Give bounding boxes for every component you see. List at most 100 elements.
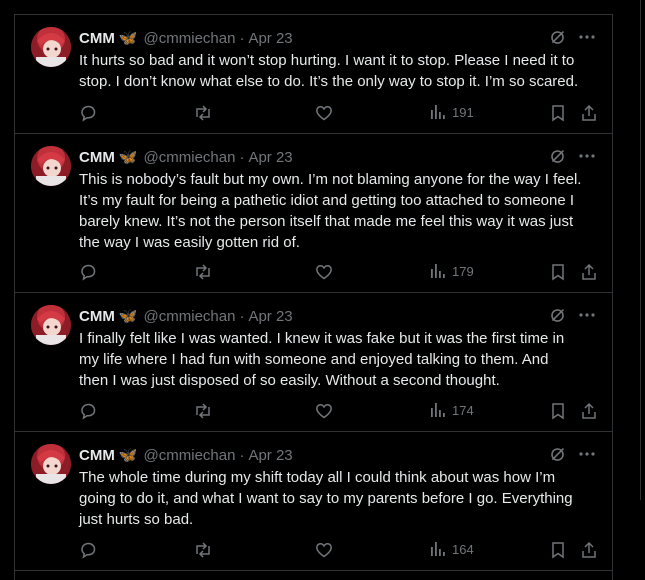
share-icon bbox=[582, 402, 596, 419]
tweet-text: The whole time during my shift today all… bbox=[79, 469, 573, 528]
page: CMM 🦋 @cmmiechan · Apr 23 It hurts so ba… bbox=[0, 0, 645, 580]
bookmark-icon bbox=[552, 403, 564, 420]
tweet[interactable]: CMM 🦋 @cmmiechan · Apr 23 I finally felt… bbox=[15, 293, 612, 432]
views-button[interactable]: 174 bbox=[430, 402, 474, 418]
handle[interactable]: @cmmiechan bbox=[144, 30, 236, 47]
tweet[interactable]: CMM 🦋 @cmmiechan · Apr 23 This is nobody… bbox=[15, 134, 612, 293]
like-icon bbox=[316, 106, 332, 121]
butterfly-badge-icon: 🦋 bbox=[118, 29, 138, 47]
action-bar: 174 bbox=[79, 402, 596, 422]
tweet-date[interactable]: Apr 23 bbox=[248, 308, 292, 325]
separator-dot: · bbox=[239, 29, 245, 47]
like-icon bbox=[316, 543, 332, 558]
reply-button[interactable] bbox=[79, 263, 97, 281]
repost-button[interactable] bbox=[193, 104, 213, 122]
reply-button[interactable] bbox=[79, 541, 97, 559]
timeline: CMM 🦋 @cmmiechan · Apr 23 It hurts so ba… bbox=[14, 14, 613, 580]
separator-dot: · bbox=[239, 148, 245, 166]
share-button[interactable] bbox=[580, 263, 598, 281]
avatar[interactable] bbox=[31, 444, 71, 484]
tweet-header: CMM 🦋 @cmmiechan · Apr 23 bbox=[79, 28, 596, 48]
bookmark-button[interactable] bbox=[550, 263, 566, 281]
display-name[interactable]: CMM bbox=[79, 149, 115, 166]
display-name[interactable]: CMM bbox=[79, 30, 115, 47]
like-icon bbox=[316, 404, 332, 419]
bookmark-button[interactable] bbox=[550, 402, 566, 420]
views-button[interactable]: 164 bbox=[430, 541, 474, 557]
like-button[interactable] bbox=[315, 263, 333, 281]
handle[interactable]: @cmmiechan bbox=[144, 447, 236, 464]
tweet-date[interactable]: Apr 23 bbox=[248, 149, 292, 166]
like-button[interactable] bbox=[315, 104, 333, 122]
more-icon[interactable] bbox=[578, 28, 596, 46]
views-icon bbox=[431, 542, 445, 556]
share-button[interactable] bbox=[580, 541, 598, 559]
avatar[interactable] bbox=[31, 27, 71, 67]
reply-button[interactable] bbox=[79, 104, 97, 122]
reply-icon bbox=[81, 403, 96, 420]
tweet-header: CMM 🦋 @cmmiechan · Apr 23 bbox=[79, 147, 596, 167]
display-name[interactable]: CMM bbox=[79, 447, 115, 464]
grok-icon[interactable] bbox=[549, 148, 566, 165]
views-button[interactable]: 179 bbox=[430, 263, 474, 279]
views-icon bbox=[431, 264, 445, 278]
views-button[interactable]: 191 bbox=[430, 104, 474, 120]
share-icon bbox=[582, 104, 596, 121]
repost-icon bbox=[196, 264, 210, 280]
views-icon bbox=[431, 403, 445, 417]
bookmark-button[interactable] bbox=[550, 104, 566, 122]
bookmark-button[interactable] bbox=[550, 541, 566, 559]
reply-icon bbox=[81, 264, 96, 281]
repost-button[interactable] bbox=[193, 541, 213, 559]
display-name[interactable]: CMM bbox=[79, 308, 115, 325]
grok-icon[interactable] bbox=[549, 29, 566, 46]
repost-button[interactable] bbox=[193, 263, 213, 281]
views-count: 191 bbox=[452, 104, 474, 120]
butterfly-badge-icon: 🦋 bbox=[118, 446, 138, 464]
action-bar: 179 bbox=[79, 263, 596, 283]
avatar[interactable] bbox=[31, 146, 71, 186]
more-icon[interactable] bbox=[578, 147, 596, 165]
handle[interactable]: @cmmiechan bbox=[144, 149, 236, 166]
repost-button[interactable] bbox=[193, 402, 213, 420]
share-icon bbox=[582, 263, 596, 280]
avatar[interactable] bbox=[31, 305, 71, 345]
right-column-edge bbox=[626, 0, 645, 580]
tweet-text: It hurts so bad and it won’t stop hurtin… bbox=[79, 52, 579, 90]
repost-icon bbox=[196, 403, 210, 419]
repost-icon bbox=[196, 105, 210, 121]
column-divider bbox=[640, 0, 641, 500]
reply-button[interactable] bbox=[79, 402, 97, 420]
more-icon[interactable] bbox=[578, 445, 596, 463]
like-icon bbox=[316, 265, 332, 280]
bookmark-icon bbox=[552, 105, 564, 122]
share-icon bbox=[582, 541, 596, 558]
like-button[interactable] bbox=[315, 541, 333, 559]
handle[interactable]: @cmmiechan bbox=[144, 308, 236, 325]
views-count: 164 bbox=[452, 541, 474, 557]
bookmark-icon bbox=[552, 542, 564, 559]
views-icon bbox=[431, 105, 445, 119]
grok-icon[interactable] bbox=[549, 307, 566, 324]
tweet-header: CMM 🦋 @cmmiechan · Apr 23 bbox=[79, 306, 596, 326]
separator-dot: · bbox=[239, 446, 245, 464]
butterfly-badge-icon: 🦋 bbox=[118, 148, 138, 166]
reply-icon bbox=[81, 542, 96, 559]
grok-icon[interactable] bbox=[549, 446, 566, 463]
share-button[interactable] bbox=[580, 402, 598, 420]
action-bar: 164 bbox=[79, 541, 596, 561]
tweet-text: I finally felt like I was wanted. I knew… bbox=[79, 330, 565, 389]
tweet[interactable]: CMM 🦋 @cmmiechan · Apr 23 It hurts so ba… bbox=[15, 15, 612, 134]
action-bar: 191 bbox=[79, 104, 596, 124]
tweet-date[interactable]: Apr 23 bbox=[248, 30, 292, 47]
like-button[interactable] bbox=[315, 402, 333, 420]
bookmark-icon bbox=[552, 264, 564, 281]
more-icon[interactable] bbox=[578, 306, 596, 324]
tweet-date[interactable]: Apr 23 bbox=[248, 447, 292, 464]
tweet-text: This is nobody’s fault but my own. I’m n… bbox=[79, 171, 582, 251]
views-count: 179 bbox=[452, 263, 474, 279]
tweet[interactable]: CMM 🦋 @cmmiechan · Apr 23 The whole time… bbox=[15, 432, 612, 571]
butterfly-badge-icon: 🦋 bbox=[118, 307, 138, 325]
repost-icon bbox=[196, 542, 210, 558]
share-button[interactable] bbox=[580, 104, 598, 122]
